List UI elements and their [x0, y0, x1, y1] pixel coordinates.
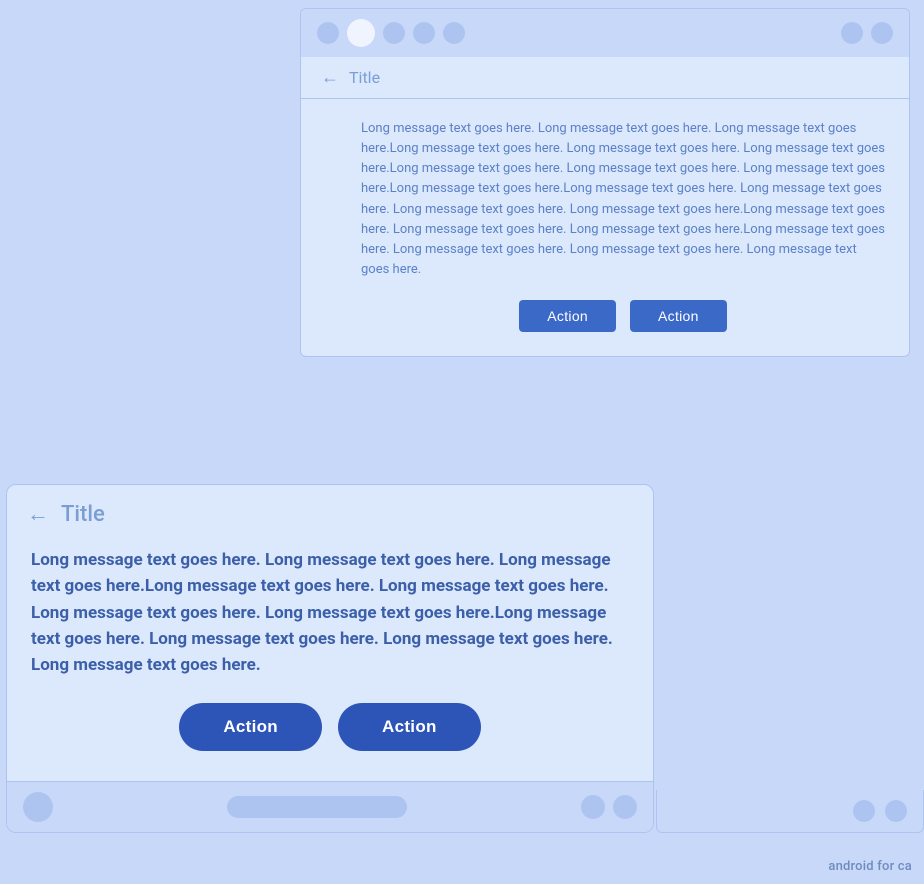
top-action-buttons: Action Action	[361, 300, 885, 332]
right-side-bar	[656, 790, 924, 833]
nav-dot-right-2	[613, 795, 637, 819]
top-action-button-1[interactable]: Action	[519, 300, 616, 332]
bottom-action-buttons: Action Action	[31, 703, 629, 751]
bottom-back-arrow-icon[interactable]: ←	[27, 501, 49, 527]
top-panel: ← Title Long message text goes here. Lon…	[300, 8, 910, 357]
dot-1	[317, 22, 339, 44]
dot-2	[347, 19, 375, 47]
bottom-panel: ← Title Long message text goes here. Lon…	[6, 484, 654, 833]
nav-dots-right	[581, 795, 637, 819]
bar-dots-left	[317, 19, 465, 47]
bottom-panel-title: Title	[61, 502, 105, 527]
bottom-panel-nav	[7, 781, 653, 832]
top-message-text: Long message text goes here. Long messag…	[361, 119, 885, 280]
top-panel-content: Long message text goes here. Long messag…	[301, 99, 909, 356]
nav-dot-right-1	[581, 795, 605, 819]
top-panel-bar	[301, 9, 909, 57]
bottom-message-text: Long message text goes here. Long messag…	[31, 547, 629, 679]
right-bar-dot-1	[853, 800, 875, 822]
bottom-action-button-1[interactable]: Action	[179, 703, 322, 751]
watermark: android for ca	[828, 859, 912, 874]
nav-pill	[227, 796, 407, 818]
dot-4	[413, 22, 435, 44]
right-bar-dot-2	[885, 800, 907, 822]
top-panel-titlebar: ← Title	[301, 57, 909, 99]
nav-dot-left	[23, 792, 53, 822]
back-arrow-icon[interactable]: ←	[321, 67, 339, 88]
dot-right-2	[871, 22, 893, 44]
dot-right-1	[841, 22, 863, 44]
bottom-panel-titlebar: ← Title	[7, 485, 653, 537]
dot-3	[383, 22, 405, 44]
bar-dots-right	[841, 22, 893, 44]
top-panel-title: Title	[349, 68, 380, 87]
top-action-button-2[interactable]: Action	[630, 300, 727, 332]
dot-5	[443, 22, 465, 44]
bottom-action-button-2[interactable]: Action	[338, 703, 481, 751]
bottom-panel-content: Long message text goes here. Long messag…	[7, 537, 653, 771]
